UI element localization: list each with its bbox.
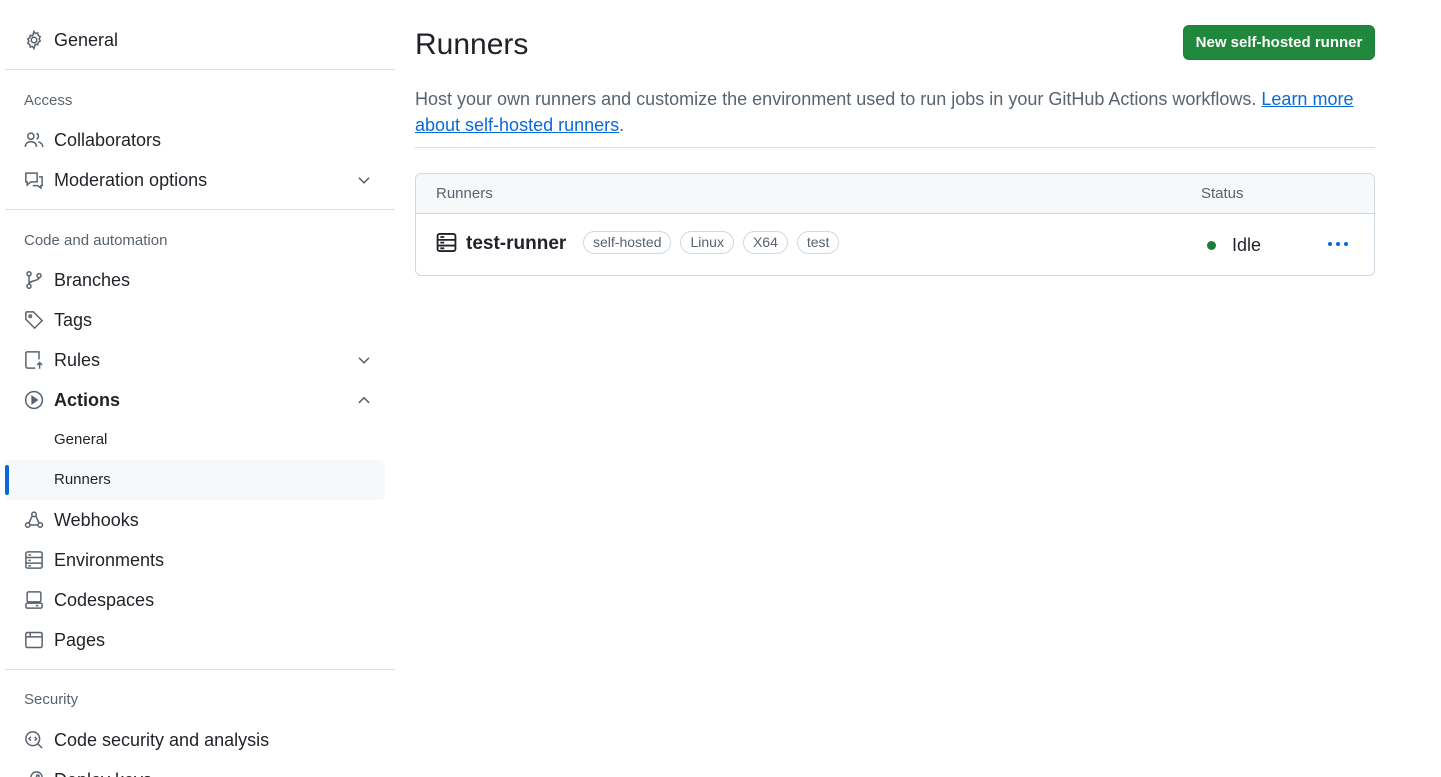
chevron-down-icon [355,351,373,369]
column-header-runners: Runners [436,185,493,202]
report-icon [24,170,44,190]
webhook-icon [24,510,44,530]
sidebar-subitem-label: Runners [54,471,111,488]
sidebar-item-tags[interactable]: Tags [5,300,385,340]
codescan-icon [24,730,44,750]
server-icon [24,550,44,570]
runners-table: Runners Status test-runner self-hosted L… [415,173,1375,276]
content-divider [415,147,1375,148]
runners-settings-page: General Access Collaborators Moderation … [0,0,1441,777]
sidebar-item-label: Tags [54,310,93,330]
sidebar-item-label: Code security and analysis [54,730,270,750]
sidebar-item-label: Codespaces [54,590,155,610]
page-description: Host your own runners and customize the … [415,86,1355,138]
sidebar-item-branches[interactable]: Branches [5,260,385,300]
sidebar-subitem-actions-runners[interactable]: Runners [5,460,385,500]
sidebar-item-actions[interactable]: Actions [5,380,385,420]
sidebar-subitem-actions-general[interactable]: General [5,420,385,460]
sidebar-item-label: General [54,30,119,50]
sidebar-item-label: Rules [54,350,101,370]
runner-label: self-hosted [583,231,672,254]
main-content: Runners New self-hosted runner Host your… [415,0,1375,777]
runner-status: Idle [1232,235,1262,255]
browser-icon [24,630,44,650]
sidebar-item-moderation-options[interactable]: Moderation options [5,160,385,200]
kebab-horizontal-icon [1328,242,1348,246]
runner-name-link[interactable]: test-runner [466,231,566,257]
key-icon [24,770,44,777]
sidebar-divider [5,69,395,70]
table-row: test-runner self-hosted Linux X64 test I… [416,214,1374,275]
section-title-code-and-automation: Code and automation [24,232,168,249]
section-title-access: Access [24,92,73,109]
runner-labels: self-hosted Linux X64 test [583,231,840,254]
sidebar-item-webhooks[interactable]: Webhooks [5,500,385,540]
settings-sidebar: General Access Collaborators Moderation … [5,0,395,777]
runner-menu-button[interactable] [1321,230,1355,258]
runner-label: test [796,231,840,254]
sidebar-item-label: Environments [54,550,165,570]
sidebar-item-label: Collaborators [54,130,162,150]
sidebar-item-general[interactable]: General [5,20,385,60]
description-end: . [619,115,625,135]
sidebar-item-label: Actions [54,390,121,410]
sidebar-item-deploy-keys[interactable]: Deploy keys [5,760,385,777]
sidebar-subitem-label: General [54,431,108,448]
status-idle-dot [1207,241,1216,250]
sidebar-item-code-security[interactable]: Code security and analysis [5,720,385,760]
play-icon [24,390,44,410]
new-self-hosted-runner-button[interactable]: New self-hosted runner [1183,25,1375,60]
server-icon [436,232,457,253]
sidebar-item-environments[interactable]: Environments [5,540,385,580]
description-text: Host your own runners and customize the … [415,89,1262,109]
sidebar-item-label: Deploy keys [54,760,152,777]
gear-icon [24,30,44,50]
git-branch-icon [24,270,44,290]
people-icon [24,130,44,150]
tag-icon [24,310,44,330]
column-header-status: Status [1201,185,1244,202]
runners-table-header: Runners Status [416,174,1374,214]
runner-label: Linux [680,231,734,254]
sidebar-item-collaborators[interactable]: Collaborators [5,120,385,160]
codespaces-icon [24,590,44,610]
sidebar-divider [5,209,395,210]
sidebar-divider [5,669,395,670]
sidebar-item-rules[interactable]: Rules [5,340,385,380]
repo-push-icon [24,350,44,370]
sidebar-item-label: Branches [54,270,131,290]
section-title-security: Security [24,691,79,708]
sidebar-item-label: Moderation options [54,170,208,190]
sidebar-item-pages[interactable]: Pages [5,620,385,660]
chevron-down-icon [355,171,373,189]
sidebar-item-label: Webhooks [54,510,139,530]
page-title: Runners [415,28,529,61]
chevron-up-icon [355,391,373,409]
sidebar-item-codespaces[interactable]: Codespaces [5,580,385,620]
runner-label: X64 [742,231,788,254]
active-item-indicator [5,465,9,495]
sidebar-item-label: Pages [54,630,106,650]
